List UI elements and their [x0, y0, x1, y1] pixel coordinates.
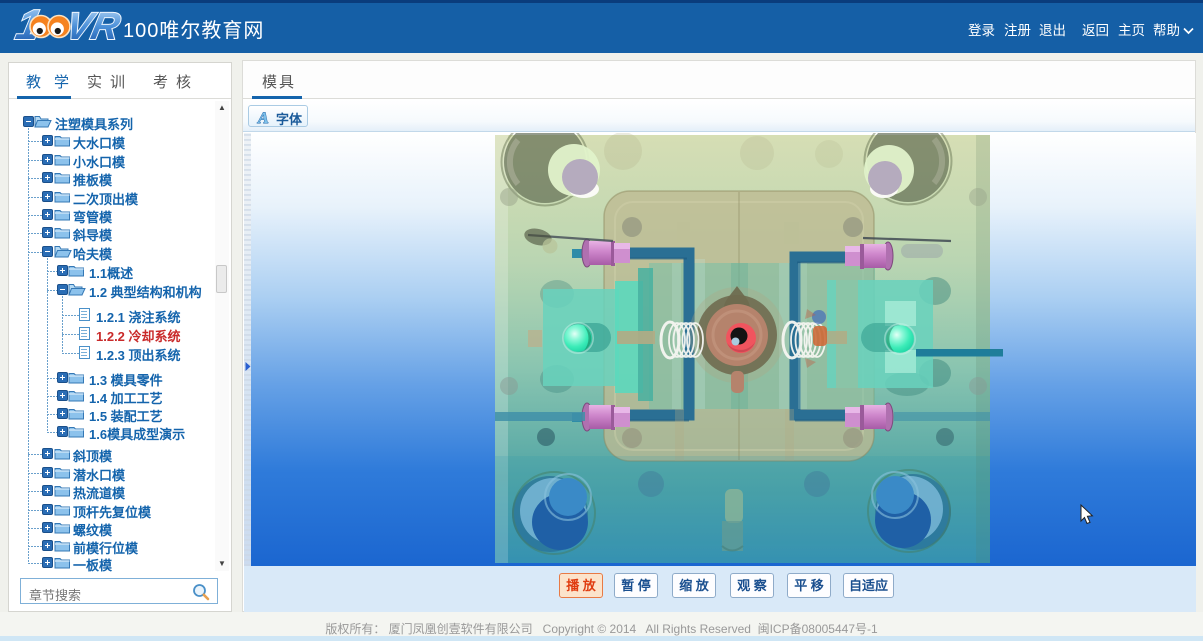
- svg-text:A: A: [257, 110, 269, 125]
